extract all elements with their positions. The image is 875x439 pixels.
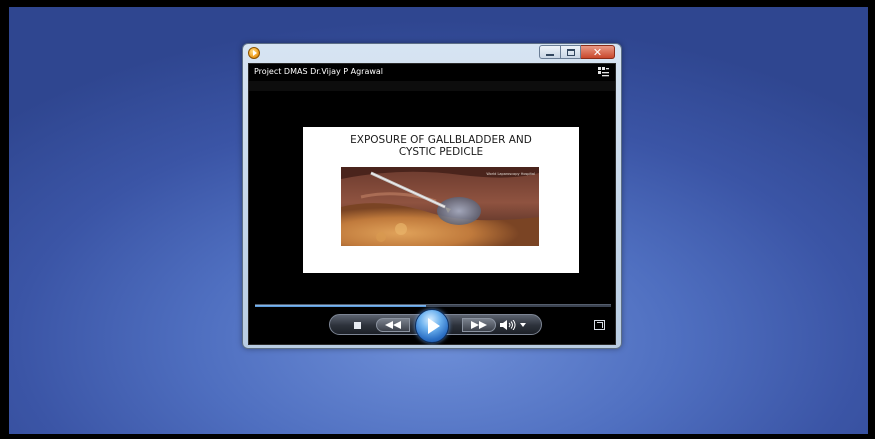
laparoscopic-surgery-image: World Laparoscopy Hospital bbox=[341, 167, 539, 246]
transport-controls bbox=[329, 309, 542, 343]
volume-menu-button[interactable] bbox=[519, 320, 527, 330]
video-area[interactable]: Project DMAS Dr.Vijay P Agrawal EXPOSURE… bbox=[248, 63, 616, 345]
close-button[interactable]: ✕ bbox=[581, 45, 615, 59]
rewind-button[interactable] bbox=[376, 318, 410, 332]
seek-progress bbox=[255, 305, 426, 307]
media-title: Project DMAS Dr.Vijay P Agrawal bbox=[254, 67, 384, 76]
chevron-down-icon bbox=[520, 323, 526, 327]
minimize-button[interactable] bbox=[539, 45, 561, 59]
fast-forward-button[interactable] bbox=[462, 318, 496, 332]
play-button[interactable] bbox=[415, 309, 449, 343]
minimize-icon bbox=[546, 53, 554, 56]
windows-media-player-icon bbox=[248, 47, 260, 59]
maximize-button[interactable] bbox=[561, 45, 581, 59]
fast-forward-icon bbox=[471, 321, 487, 329]
stop-icon bbox=[353, 321, 361, 329]
media-player-window: ✕ Project DMAS Dr.Vijay P Agrawal EXPOSU… bbox=[242, 43, 622, 349]
video-header-band bbox=[249, 81, 615, 91]
close-icon: ✕ bbox=[592, 45, 603, 59]
maximize-icon bbox=[566, 48, 575, 56]
seek-bar[interactable] bbox=[255, 304, 611, 307]
slide-title: EXPOSURE OF GALLBLADDER AND CYSTIC PEDIC… bbox=[350, 134, 532, 158]
caption-buttons: ✕ bbox=[539, 45, 615, 59]
volume-icon bbox=[500, 320, 516, 330]
switch-to-library-icon[interactable] bbox=[598, 67, 609, 77]
image-watermark: World Laparoscopy Hospital bbox=[486, 172, 535, 176]
stop-button[interactable] bbox=[352, 320, 362, 330]
video-frame-slide: EXPOSURE OF GALLBLADDER AND CYSTIC PEDIC… bbox=[303, 127, 579, 273]
desktop-background: ✕ Project DMAS Dr.Vijay P Agrawal EXPOSU… bbox=[9, 7, 868, 434]
mute-button[interactable] bbox=[498, 319, 520, 331]
window-titlebar[interactable]: ✕ bbox=[243, 44, 621, 62]
rewind-icon bbox=[385, 321, 401, 329]
fullscreen-icon[interactable] bbox=[594, 320, 605, 330]
play-icon bbox=[428, 318, 440, 334]
